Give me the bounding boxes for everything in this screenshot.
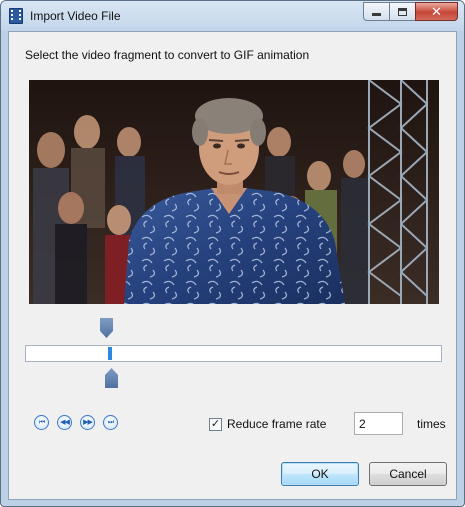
close-button[interactable]: ✕ xyxy=(415,2,458,21)
fast-forward-icon: ▶▶ xyxy=(83,419,93,426)
minimize-icon xyxy=(372,13,381,16)
close-icon: ✕ xyxy=(431,3,442,19)
video-preview xyxy=(29,80,439,304)
cancel-button[interactable]: Cancel xyxy=(369,462,447,486)
skip-to-end-button[interactable]: ⏭ xyxy=(103,415,118,430)
dialog-body: Select the video fragment to convert to … xyxy=(8,31,457,500)
ok-button[interactable]: OK xyxy=(281,462,359,486)
skip-to-end-icon: ⏭ xyxy=(107,419,114,426)
maximize-button[interactable] xyxy=(389,2,416,21)
timeline-track[interactable] xyxy=(25,345,442,362)
video-frame xyxy=(29,80,439,304)
window-title: Import Video File xyxy=(30,9,121,23)
title-bar[interactable]: Import Video File ✕ xyxy=(1,1,464,31)
timeline-position-indicator[interactable] xyxy=(108,347,112,360)
reduce-frame-rate-label: Reduce frame rate xyxy=(227,417,327,431)
instruction-text: Select the video fragment to convert to … xyxy=(25,48,310,62)
playback-controls: ⏮ ◀◀ ▶▶ ⏭ xyxy=(34,415,118,430)
times-label: times xyxy=(417,417,446,431)
frame-rate-input[interactable] xyxy=(354,412,403,435)
film-icon xyxy=(9,8,23,24)
minimize-button[interactable] xyxy=(363,2,390,21)
maximize-icon xyxy=(398,7,407,16)
skip-to-start-button[interactable]: ⏮ xyxy=(34,415,49,430)
reduce-frame-rate-option[interactable]: ✓ Reduce frame rate xyxy=(209,417,326,431)
import-video-dialog: Import Video File ✕ Select the video fra… xyxy=(0,0,465,507)
reduce-frame-rate-checkbox[interactable]: ✓ xyxy=(209,417,222,431)
start-marker-handle[interactable] xyxy=(100,318,113,338)
rewind-icon: ◀◀ xyxy=(60,419,70,426)
rewind-button[interactable]: ◀◀ xyxy=(57,415,72,430)
end-marker-handle[interactable] xyxy=(105,368,118,388)
checkmark-icon: ✓ xyxy=(210,417,221,430)
skip-to-start-icon: ⏮ xyxy=(38,419,45,426)
fast-forward-button[interactable]: ▶▶ xyxy=(80,415,95,430)
window-controls: ✕ xyxy=(363,2,458,21)
